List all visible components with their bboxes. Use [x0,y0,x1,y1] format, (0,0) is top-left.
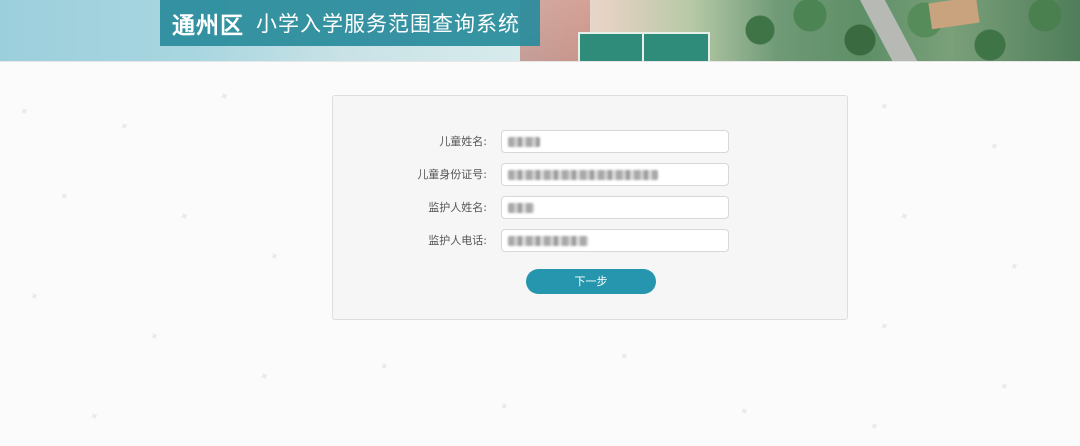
masked-value [508,203,534,213]
watermark: ✦ [997,378,1012,395]
guardian-phone-input[interactable] [501,229,729,252]
watermark: ✦ [877,98,892,115]
guardian-name-input[interactable] [501,196,729,219]
watermark: ✦ [617,348,632,365]
masked-value [508,137,540,147]
child-name-label: 儿童姓名: [439,135,487,148]
banner-court-line-decoration [642,32,644,61]
guardian-name-label: 监护人姓名: [428,201,487,214]
watermark: ✦ [267,248,282,265]
form-row-guardian-name: 监护人姓名: [333,196,849,219]
child-id-label: 儿童身份证号: [417,168,487,181]
form-row-guardian-phone: 监护人电话: [333,229,849,252]
watermark: ✦ [897,208,912,225]
district-name: 通州区 [172,13,244,39]
watermark: ✦ [177,208,192,225]
watermark: ✦ [27,288,42,305]
child-name-input[interactable] [501,130,729,153]
watermark: ✦ [737,403,752,420]
watermark: ✦ [377,358,392,375]
query-form-card: 儿童姓名: 儿童身份证号: 监护人姓名: 监护人电话: 下一步 [332,95,848,320]
system-title-box: 通州区 小学入学服务范围查询系统 [160,0,540,46]
next-step-button[interactable]: 下一步 [526,269,656,294]
masked-value [508,170,658,180]
system-title: 小学入学服务范围查询系统 [256,12,520,36]
form-row-child-id: 儿童身份证号: [333,163,849,186]
watermark: ✦ [497,398,512,415]
watermark: ✦ [1007,258,1022,275]
masked-value [508,236,588,246]
watermark: ✦ [217,88,232,105]
guardian-phone-label: 监护人电话: [428,234,487,247]
watermark: ✦ [17,103,32,120]
form-row-child-name: 儿童姓名: [333,130,849,153]
header-banner: 通州区 小学入学服务范围查询系统 [0,0,1080,62]
banner-tennis-court-decoration [578,32,710,61]
watermark: ✦ [867,418,882,435]
child-id-input[interactable] [501,163,729,186]
watermark: ✦ [87,408,102,425]
watermark: ✦ [57,188,72,205]
watermark: ✦ [117,118,132,135]
watermark: ✦ [147,328,162,345]
watermark: ✦ [877,318,892,335]
watermark: ✦ [257,368,272,385]
watermark: ✦ [987,138,1002,155]
